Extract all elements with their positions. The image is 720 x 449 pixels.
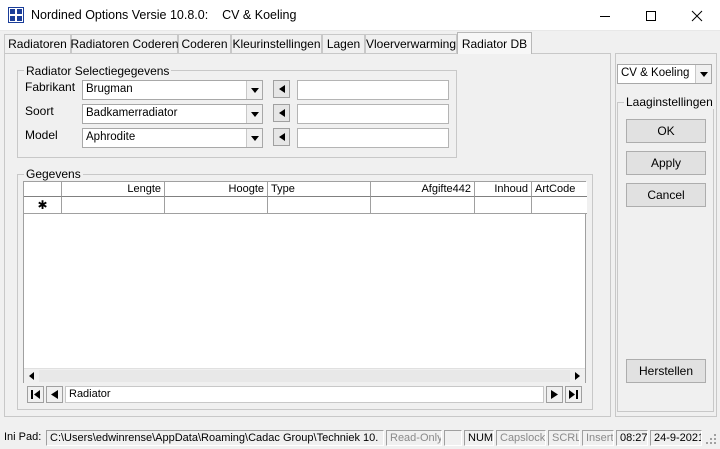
last-record-icon xyxy=(569,390,578,399)
new-row-marker[interactable]: ✱ xyxy=(24,197,62,214)
mode-value: CV & Koeling xyxy=(621,67,690,79)
scroll-right-icon[interactable] xyxy=(570,369,585,383)
chevron-down-icon[interactable] xyxy=(246,129,262,147)
arrow-left-icon xyxy=(278,109,285,117)
soort-select[interactable]: Badkamerradiator xyxy=(82,104,263,124)
arrow-left-icon xyxy=(278,133,285,141)
first-record-icon xyxy=(31,390,40,399)
column-header-inhoud[interactable]: Inhoud xyxy=(475,182,532,197)
column-header-hoogte[interactable]: Hoogte xyxy=(165,182,268,197)
reset-button[interactable]: Herstellen xyxy=(626,359,706,383)
row-header-corner xyxy=(24,182,62,197)
ini-path-label: Ini Pad: xyxy=(4,431,42,443)
nav-last-button[interactable] xyxy=(565,386,582,403)
maximize-icon xyxy=(646,10,656,21)
column-header-lengte[interactable]: Lengte xyxy=(62,182,165,197)
arrow-left-icon xyxy=(278,85,285,93)
status-panel-empty xyxy=(444,430,462,446)
tab-radiator-db[interactable]: Radiator DB xyxy=(457,32,532,54)
chevron-down-icon[interactable] xyxy=(695,65,711,83)
horizontal-scrollbar[interactable] xyxy=(24,368,585,383)
column-header-artcode[interactable]: ArtCode xyxy=(532,182,587,197)
fabrikant-select[interactable]: Brugman xyxy=(82,80,263,100)
readonly-indicator: Read-Only xyxy=(386,430,442,446)
clock-time: 08:27 xyxy=(616,430,648,446)
tab-radiatoren[interactable]: Radiatoren xyxy=(4,34,71,53)
grid-cell[interactable] xyxy=(268,197,371,214)
fabrikant-arrow-button[interactable] xyxy=(273,80,290,98)
fabrikant-text-input[interactable] xyxy=(297,80,449,100)
fabrikant-value: Brugman xyxy=(86,83,133,95)
nav-next-button[interactable] xyxy=(546,386,563,403)
ok-button[interactable]: OK xyxy=(626,119,706,143)
soort-label: Soort xyxy=(25,104,54,118)
mode-select[interactable]: CV & Koeling xyxy=(617,64,712,84)
minimize-icon xyxy=(600,15,610,17)
column-header-type[interactable]: Type xyxy=(268,182,371,197)
grid-cell[interactable] xyxy=(165,197,268,214)
grid-cell[interactable] xyxy=(475,197,532,214)
grid-cell[interactable] xyxy=(62,197,165,214)
settings-group-title: Laaginstellingen xyxy=(624,95,715,109)
scrollbar-track[interactable] xyxy=(39,370,570,382)
data-group-title: Gegevens xyxy=(24,167,83,181)
prev-record-icon xyxy=(51,390,58,399)
app-icon xyxy=(8,7,24,23)
selection-group-title: Radiator Selectiegegevens xyxy=(24,64,172,78)
model-label: Model xyxy=(25,128,58,142)
navigator-label: Radiator xyxy=(65,386,544,403)
tab-radiatoren-coderen[interactable]: Radiatoren Coderen xyxy=(70,34,179,53)
next-record-icon xyxy=(551,390,558,399)
window-title: Nordined Options Versie 10.8.0: CV & Koe… xyxy=(31,8,297,22)
chevron-down-icon[interactable] xyxy=(246,81,262,99)
nav-first-button[interactable] xyxy=(27,386,44,403)
data-grid[interactable]: Lengte Hoogte Type Afgifte442 Inhoud Art… xyxy=(23,181,587,383)
model-value: Aphrodite xyxy=(86,131,136,143)
apply-button[interactable]: Apply xyxy=(626,151,706,175)
cancel-button[interactable]: Cancel xyxy=(626,183,706,207)
insert-indicator: Insert xyxy=(582,430,614,446)
close-icon xyxy=(691,10,703,21)
tab-vloerverwarming[interactable]: Vloerverwarming xyxy=(365,34,457,53)
chevron-down-icon[interactable] xyxy=(246,105,262,123)
minimize-button[interactable] xyxy=(582,0,628,31)
soort-value: Badkamerradiator xyxy=(86,107,178,119)
fabrikant-label: Fabrikant xyxy=(25,80,76,94)
resize-grip-icon[interactable] xyxy=(704,432,718,446)
tab-lagen[interactable]: Lagen xyxy=(322,34,365,53)
ini-path-value: C:\Users\edwinrense\AppData\Roaming\Cada… xyxy=(46,430,384,446)
num-indicator: NUM xyxy=(464,430,494,446)
grid-cell[interactable] xyxy=(532,197,587,214)
maximize-button[interactable] xyxy=(628,0,674,31)
clock-date: 24-9-2021 xyxy=(650,430,702,446)
scroll-left-icon[interactable] xyxy=(24,369,39,383)
close-button[interactable] xyxy=(674,0,720,31)
tab-coderen[interactable]: Coderen xyxy=(178,34,231,53)
column-header-afgifte442[interactable]: Afgifte442 xyxy=(371,182,475,197)
soort-text-input[interactable] xyxy=(297,104,449,124)
grid-cell[interactable] xyxy=(371,197,475,214)
model-arrow-button[interactable] xyxy=(273,128,290,146)
model-select[interactable]: Aphrodite xyxy=(82,128,263,148)
nav-prev-button[interactable] xyxy=(46,386,63,403)
capslock-indicator: Capslock xyxy=(496,430,546,446)
model-text-input[interactable] xyxy=(297,128,449,148)
scrl-indicator: SCRL xyxy=(548,430,580,446)
soort-arrow-button[interactable] xyxy=(273,104,290,122)
tab-kleurinstellingen[interactable]: Kleurinstellingen xyxy=(231,34,322,53)
